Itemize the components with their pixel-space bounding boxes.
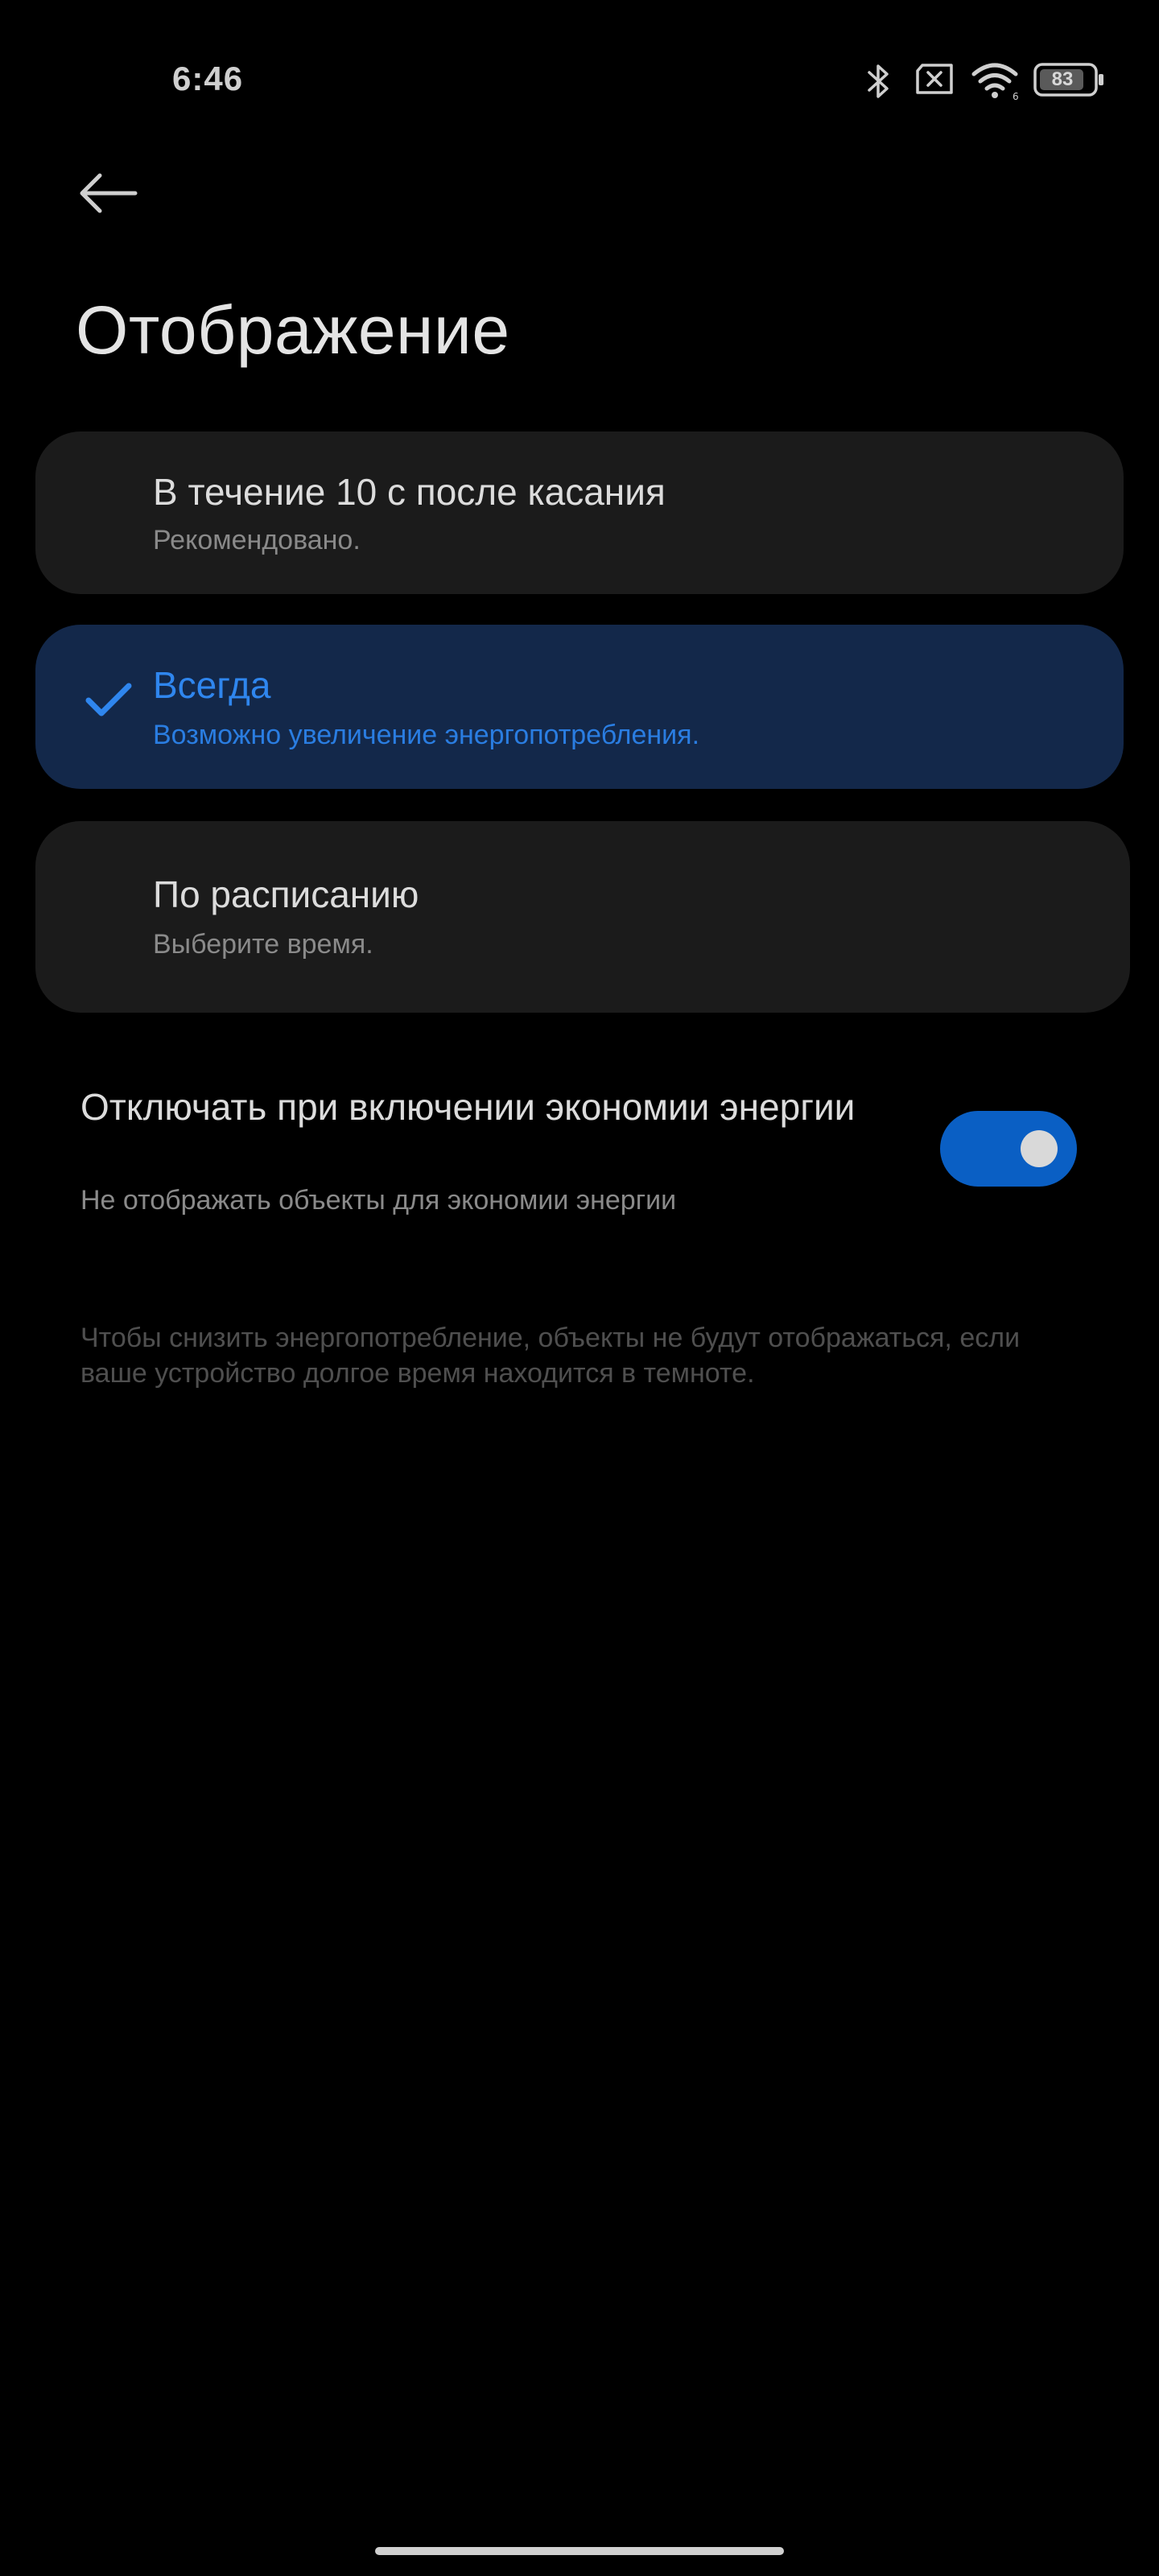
no-sim-icon: [916, 64, 953, 94]
home-indicator[interactable]: [375, 2547, 784, 2555]
checkmark-icon: [85, 683, 132, 716]
battery-level: 83: [1051, 68, 1074, 90]
status-time: 6:46: [172, 60, 244, 97]
back-button[interactable]: [77, 161, 150, 225]
option-after-touch[interactable]: В течение 10 с после касания Рекомендова…: [35, 431, 1124, 594]
option-subtitle: Выберите время.: [153, 929, 373, 960]
power-saving-toggle[interactable]: [940, 1111, 1077, 1187]
power-saving-setting-row[interactable]: Отключать при включении экономии энергии…: [0, 1063, 1159, 1240]
option-title: В течение 10 с после касания: [153, 471, 666, 513]
toggle-knob: [1021, 1130, 1058, 1167]
wifi-icon: 6: [971, 63, 1019, 101]
option-always[interactable]: Всегда Возможно увеличение энергопотребл…: [35, 625, 1124, 789]
option-subtitle: Рекомендовано.: [153, 525, 361, 555]
power-saving-subtitle: Не отображать объекты для экономии энерг…: [80, 1185, 677, 1216]
option-subtitle: Возможно увеличение энергопотребления.: [153, 720, 700, 750]
bluetooth-icon: [868, 64, 889, 98]
option-title: По расписанию: [153, 873, 419, 915]
power-saving-title: Отключать при включении экономии энергии: [80, 1086, 856, 1128]
svg-text:6: 6: [1013, 91, 1019, 101]
arrow-left-icon: [80, 173, 138, 213]
option-title: Всегда: [153, 664, 271, 706]
option-schedule[interactable]: По расписанию Выберите время.: [35, 821, 1130, 1013]
footnote-text: Чтобы снизить энергопотребление, объекты…: [80, 1323, 1021, 1389]
status-bar: 6:46 6 83: [0, 0, 1159, 161]
page-title: Отображение: [76, 292, 510, 368]
